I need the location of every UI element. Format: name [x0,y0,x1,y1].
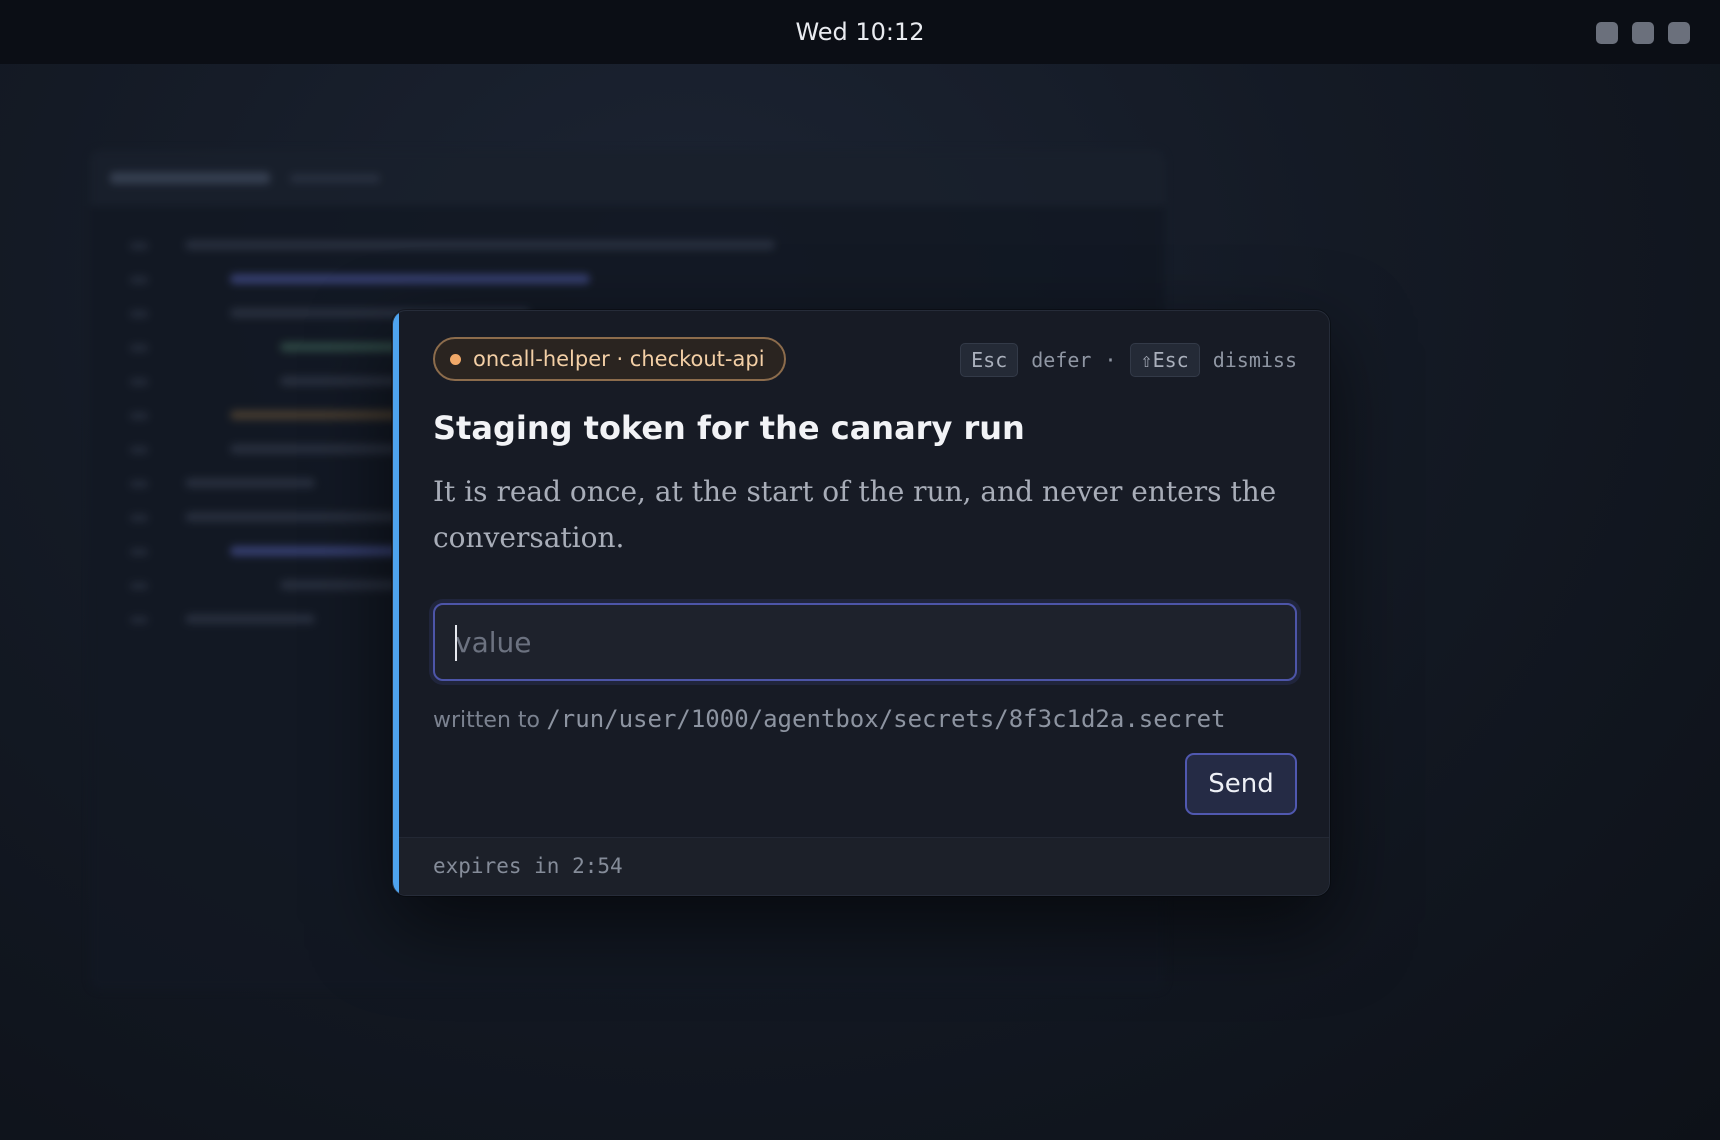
line-number [130,276,148,284]
line-number [130,310,148,318]
line-number [130,514,148,522]
send-button[interactable]: Send [1185,753,1297,815]
destination-path: /run/user/1000/agentbox/secrets/8f3c1d2a… [546,705,1226,733]
shortcut-hints: Esc defer · ⇧Esc dismiss [960,343,1297,377]
source-chip: oncall-helper · checkout-api [433,337,786,381]
line-number [130,344,148,352]
text-caret [455,625,457,661]
background-tab [110,172,270,184]
background-tab-bar [90,150,1165,206]
tray-square-icon[interactable] [1596,22,1618,44]
dialog-description: It is read once, at the start of the run… [433,475,1277,554]
defer-key[interactable]: Esc [960,343,1019,377]
code-line [185,614,315,624]
dialog-title: Staging token for the canary run [433,409,1025,447]
expiry-countdown: expires in 2:54 [433,854,623,878]
tray-square-icon[interactable] [1632,22,1654,44]
dismiss-label: dismiss [1212,348,1297,372]
top-bar: Wed 10:12 [0,0,1720,65]
line-number [130,378,148,386]
tray-square-icon[interactable] [1668,22,1690,44]
status-dot-icon [450,353,461,365]
line-number [130,480,148,488]
dialog-footer: expires in 2:54 [399,837,1329,895]
code-line [185,240,775,250]
dialog-accent-bar [393,311,399,895]
line-number [130,412,148,420]
destination-label: written to [433,708,540,733]
secret-value-input[interactable] [435,605,1295,679]
shortcut-separator: · [1104,348,1117,372]
code-line [185,478,315,488]
line-number [130,616,148,624]
secret-request-dialog: oncall-helper · checkout-api Esc defer ·… [392,310,1330,896]
dismiss-key[interactable]: ⇧Esc [1129,343,1200,377]
code-line [230,274,590,284]
secret-input-container [433,603,1297,681]
line-number [130,242,148,250]
line-number [130,582,148,590]
line-number [130,548,148,556]
system-tray [1596,22,1690,44]
source-chip-label: oncall-helper · checkout-api [473,347,765,371]
defer-label: defer [1031,348,1092,372]
background-tab [290,174,380,183]
destination-line: written to /run/user/1000/agentbox/secre… [433,705,1225,733]
line-number [130,446,148,454]
clock[interactable]: Wed 10:12 [0,0,1720,64]
